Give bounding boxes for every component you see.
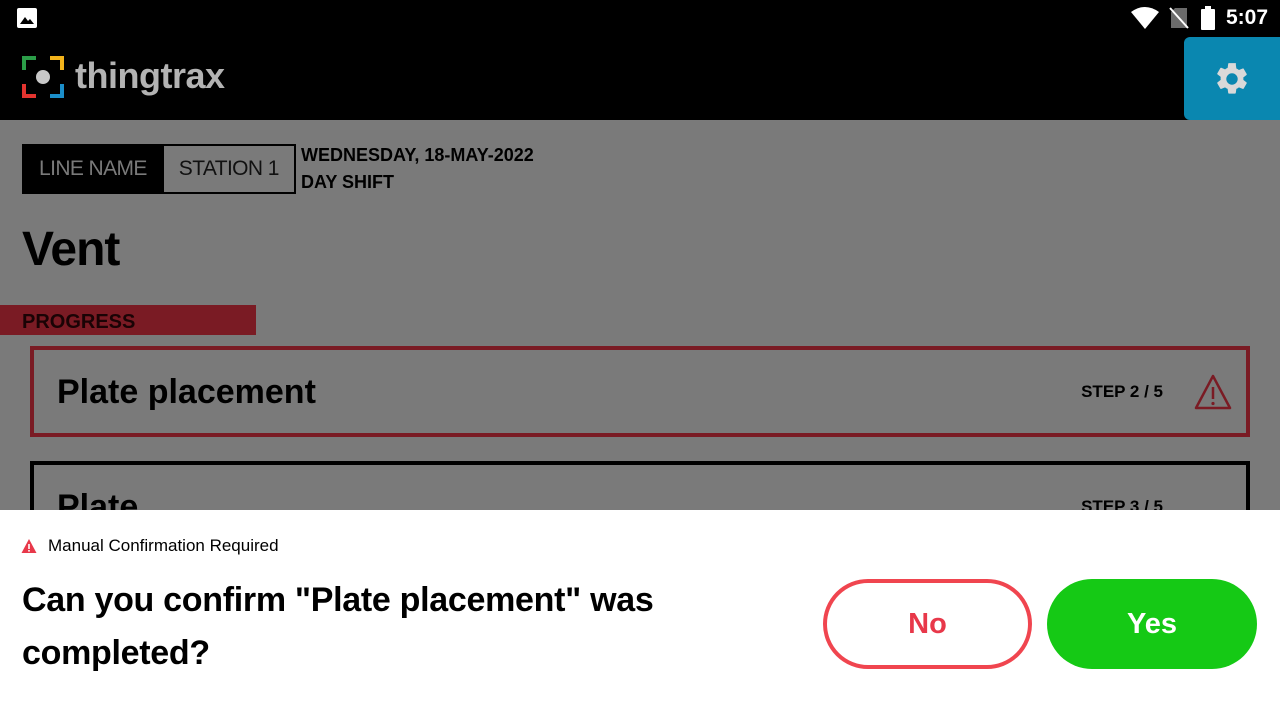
gallery-icon — [17, 8, 37, 28]
progress-label: PROGRESS — [22, 311, 136, 333]
step-counter: STEP 2 / 5 — [1081, 382, 1163, 401]
warning-icon — [21, 539, 37, 553]
confirmation-sheet: Manual Confirmation Required Can you con… — [0, 510, 1280, 720]
no-sim-icon — [1169, 7, 1189, 29]
settings-button[interactable] — [1184, 37, 1280, 120]
gear-icon — [1217, 63, 1247, 94]
clock: 5:07 — [1226, 6, 1269, 29]
warning-outline-icon — [1194, 374, 1232, 410]
confirmation-caption: Manual Confirmation Required — [48, 536, 279, 555]
current-date: WEDNESDAY, 18-MAY-2022 — [301, 145, 534, 165]
no-button[interactable]: No — [823, 579, 1032, 669]
confirmation-question: Can you confirm "Plate placement" was co… — [22, 581, 654, 672]
line-name-tag: LINE NAME — [24, 146, 162, 192]
station-tag: STATION 1 — [161, 146, 294, 192]
page-title: Vent — [22, 223, 120, 276]
thingtrax-logo-icon — [22, 56, 64, 98]
wifi-icon — [1131, 7, 1159, 29]
status-bar: 5:07 — [0, 0, 1280, 36]
app-logo-text: thingtrax — [75, 55, 225, 96]
step-card-active[interactable]: Plate placement STEP 2 / 5 — [30, 346, 1250, 437]
app-bar: thingtrax — [0, 36, 1280, 120]
battery-icon — [1201, 6, 1215, 30]
line-station-tags: LINE NAME STATION 1 — [22, 144, 296, 194]
current-shift: DAY SHIFT — [301, 172, 395, 192]
yes-button[interactable]: Yes — [1047, 579, 1257, 669]
step-name: Plate placement — [57, 373, 316, 411]
